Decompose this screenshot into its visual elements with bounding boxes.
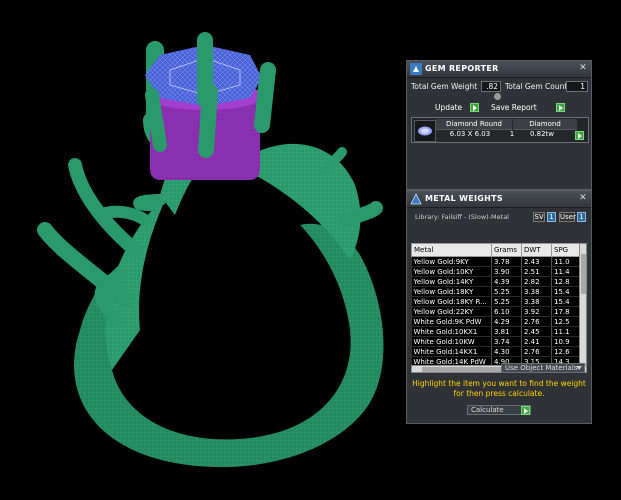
calculate-go-icon	[521, 406, 530, 415]
chevron-down-icon	[576, 366, 582, 370]
table-cell: 4.30	[491, 346, 522, 357]
collapse-toggle-icon[interactable]	[494, 93, 501, 100]
table-cell: White Gold:10KW	[411, 336, 492, 347]
table-cell: 11.1	[551, 326, 580, 337]
table-cell: 4.39	[491, 276, 522, 287]
table-cell: 3.81	[491, 326, 522, 337]
gem-size: 6.03 X 6.03	[449, 130, 491, 138]
table-cell: 12.6	[551, 346, 580, 357]
save-report-label: Save Report	[491, 103, 537, 112]
calculate-label: Calculate	[471, 406, 504, 414]
metal-weights-panel: METAL WEIGHTS ✕ Library: Failsiff - (Slo…	[406, 190, 592, 424]
table-cell: 2.76	[521, 316, 552, 327]
table-row[interactable]: Yellow Gold:22KY 6.10 3.92 17.8	[411, 306, 580, 317]
update-go-icon	[470, 103, 479, 112]
sv-button[interactable]: SV	[533, 212, 545, 222]
table-cell: 5.25	[491, 286, 522, 297]
table-cell: 11.0	[551, 256, 580, 267]
table-cell: 2.82	[521, 276, 552, 287]
gem-weight: 0.82tw	[529, 130, 555, 138]
table-cell: Yellow Gold:9KY	[411, 256, 492, 267]
table-cell: 2.45	[521, 326, 552, 337]
calculate-button[interactable]: Calculate	[467, 405, 531, 415]
user-button[interactable]: User	[559, 212, 576, 222]
table-cell: 3.38	[521, 296, 552, 307]
table-cell: 3.90	[491, 266, 522, 277]
table-cell: 5.25	[491, 296, 522, 307]
table-row[interactable]: White Gold:10KW 3.74 2.41 10.9	[411, 336, 580, 347]
table-cell: 3.74	[491, 336, 522, 347]
table-cell: 2.41	[521, 336, 552, 347]
update-button-label: Update	[435, 103, 463, 112]
table-cell: 12.8	[551, 276, 580, 287]
metal-weights-table: Metal Grams DWT SPG Yellow Gold:9KY 3.78 2.43…	[411, 243, 580, 367]
table-row[interactable]: White Gold:14KX1 4.30 2.76 12.6	[411, 346, 580, 357]
column-header[interactable]: DWT	[521, 243, 552, 257]
table-cell: 2.43	[521, 256, 552, 267]
use-object-materials-label: Use Object Materials	[505, 364, 578, 372]
save-report-button[interactable]: Save Report	[491, 102, 565, 113]
table-row[interactable]: White Gold:10KX1 3.81 2.45 11.1	[411, 326, 580, 337]
table-cell: 2.76	[521, 346, 552, 357]
table-cell: 3.92	[521, 306, 552, 317]
table-cell: 17.8	[551, 306, 580, 317]
table-cell: 6.10	[491, 306, 522, 317]
metal-weights-icon	[410, 193, 422, 205]
gem-material: Diamond	[513, 119, 577, 130]
gem-reporter-title: GEM REPORTER	[425, 64, 499, 73]
metal-weights-titlebar[interactable]: METAL WEIGHTS ✕	[407, 191, 591, 208]
table-row[interactable]: Yellow Gold:18KY 5.25 3.38 15.4	[411, 286, 580, 297]
metal-weights-title: METAL WEIGHTS	[425, 194, 503, 203]
gem-reporter-panel: GEM REPORTER ✕ Total Gem Weight .82 Tota…	[406, 60, 592, 190]
save-report-go-icon	[556, 103, 565, 112]
table-cell: 12.5	[551, 316, 580, 327]
table-cell: White Gold:14KX1	[411, 346, 492, 357]
table-cell: 10.9	[551, 336, 580, 347]
user-toggle[interactable]: 1	[577, 212, 586, 222]
update-button[interactable]: Update	[435, 102, 479, 113]
table-cell: White Gold:10KX1	[411, 326, 492, 337]
instruction-text: Highlight the item you want to find the …	[412, 379, 586, 398]
gem-reporter-titlebar[interactable]: GEM REPORTER ✕	[407, 61, 591, 78]
table-cell: Yellow Gold:18KY	[411, 286, 492, 297]
close-icon[interactable]: ✕	[578, 63, 588, 73]
table-row[interactable]: Yellow Gold:14KY 4.39 2.82 12.8	[411, 276, 580, 287]
gem-shape: Diamond Round	[436, 119, 512, 130]
gem-go-icon[interactable]	[575, 131, 584, 140]
gem-reporter-icon	[410, 63, 422, 75]
use-object-materials-dropdown[interactable]: Use Object Materials	[501, 363, 585, 373]
close-icon[interactable]: ✕	[578, 193, 588, 203]
table-cell: 15.4	[551, 296, 580, 307]
gem-count: 1	[509, 130, 515, 138]
column-header[interactable]: SPG	[551, 243, 580, 257]
total-gem-count-value: 1	[566, 81, 588, 92]
table-row[interactable]: White Gold:9K PdW 4.29 2.76 12.5	[411, 316, 580, 327]
table-cell: Yellow Gold:10KY	[411, 266, 492, 277]
total-gem-weight-label: Total Gem Weight	[411, 82, 478, 91]
diamond-thumbnail	[414, 120, 436, 142]
table-cell: White Gold:9K PdW	[411, 316, 492, 327]
column-header[interactable]: Metal	[411, 243, 492, 257]
sv-toggle[interactable]: 1	[547, 212, 556, 222]
table-cell: 3.78	[491, 256, 522, 267]
total-gem-weight-value: .82	[481, 81, 501, 92]
table-row[interactable]: Yellow Gold:10KY 3.90 2.51 11.4	[411, 266, 580, 277]
table-cell: 11.4	[551, 266, 580, 277]
table-row[interactable]: Yellow Gold:9KY 3.78 2.43 11.0	[411, 256, 580, 267]
table-vertical-scrollbar[interactable]	[579, 243, 587, 365]
total-gem-count-label: Total Gem Count	[505, 82, 568, 91]
table-cell: Yellow Gold:14KY	[411, 276, 492, 287]
table-cell: Yellow Gold:22KY	[411, 306, 492, 317]
table-row[interactable]: Yellow Gold:18KY R... 5.25 3.38 15.4	[411, 296, 580, 307]
library-label: Library: Failsiff - (Slow)-Metal	[415, 213, 509, 221]
table-cell: 2.51	[521, 266, 552, 277]
table-cell: 4.29	[491, 316, 522, 327]
column-header[interactable]: Grams	[491, 243, 522, 257]
table-cell: 15.4	[551, 286, 580, 297]
table-cell: 3.38	[521, 286, 552, 297]
gem-list-item[interactable]: Diamond Round Diamond 6.03 X 6.03 1 0.82…	[411, 117, 589, 143]
table-cell: Yellow Gold:18KY R...	[411, 296, 492, 307]
